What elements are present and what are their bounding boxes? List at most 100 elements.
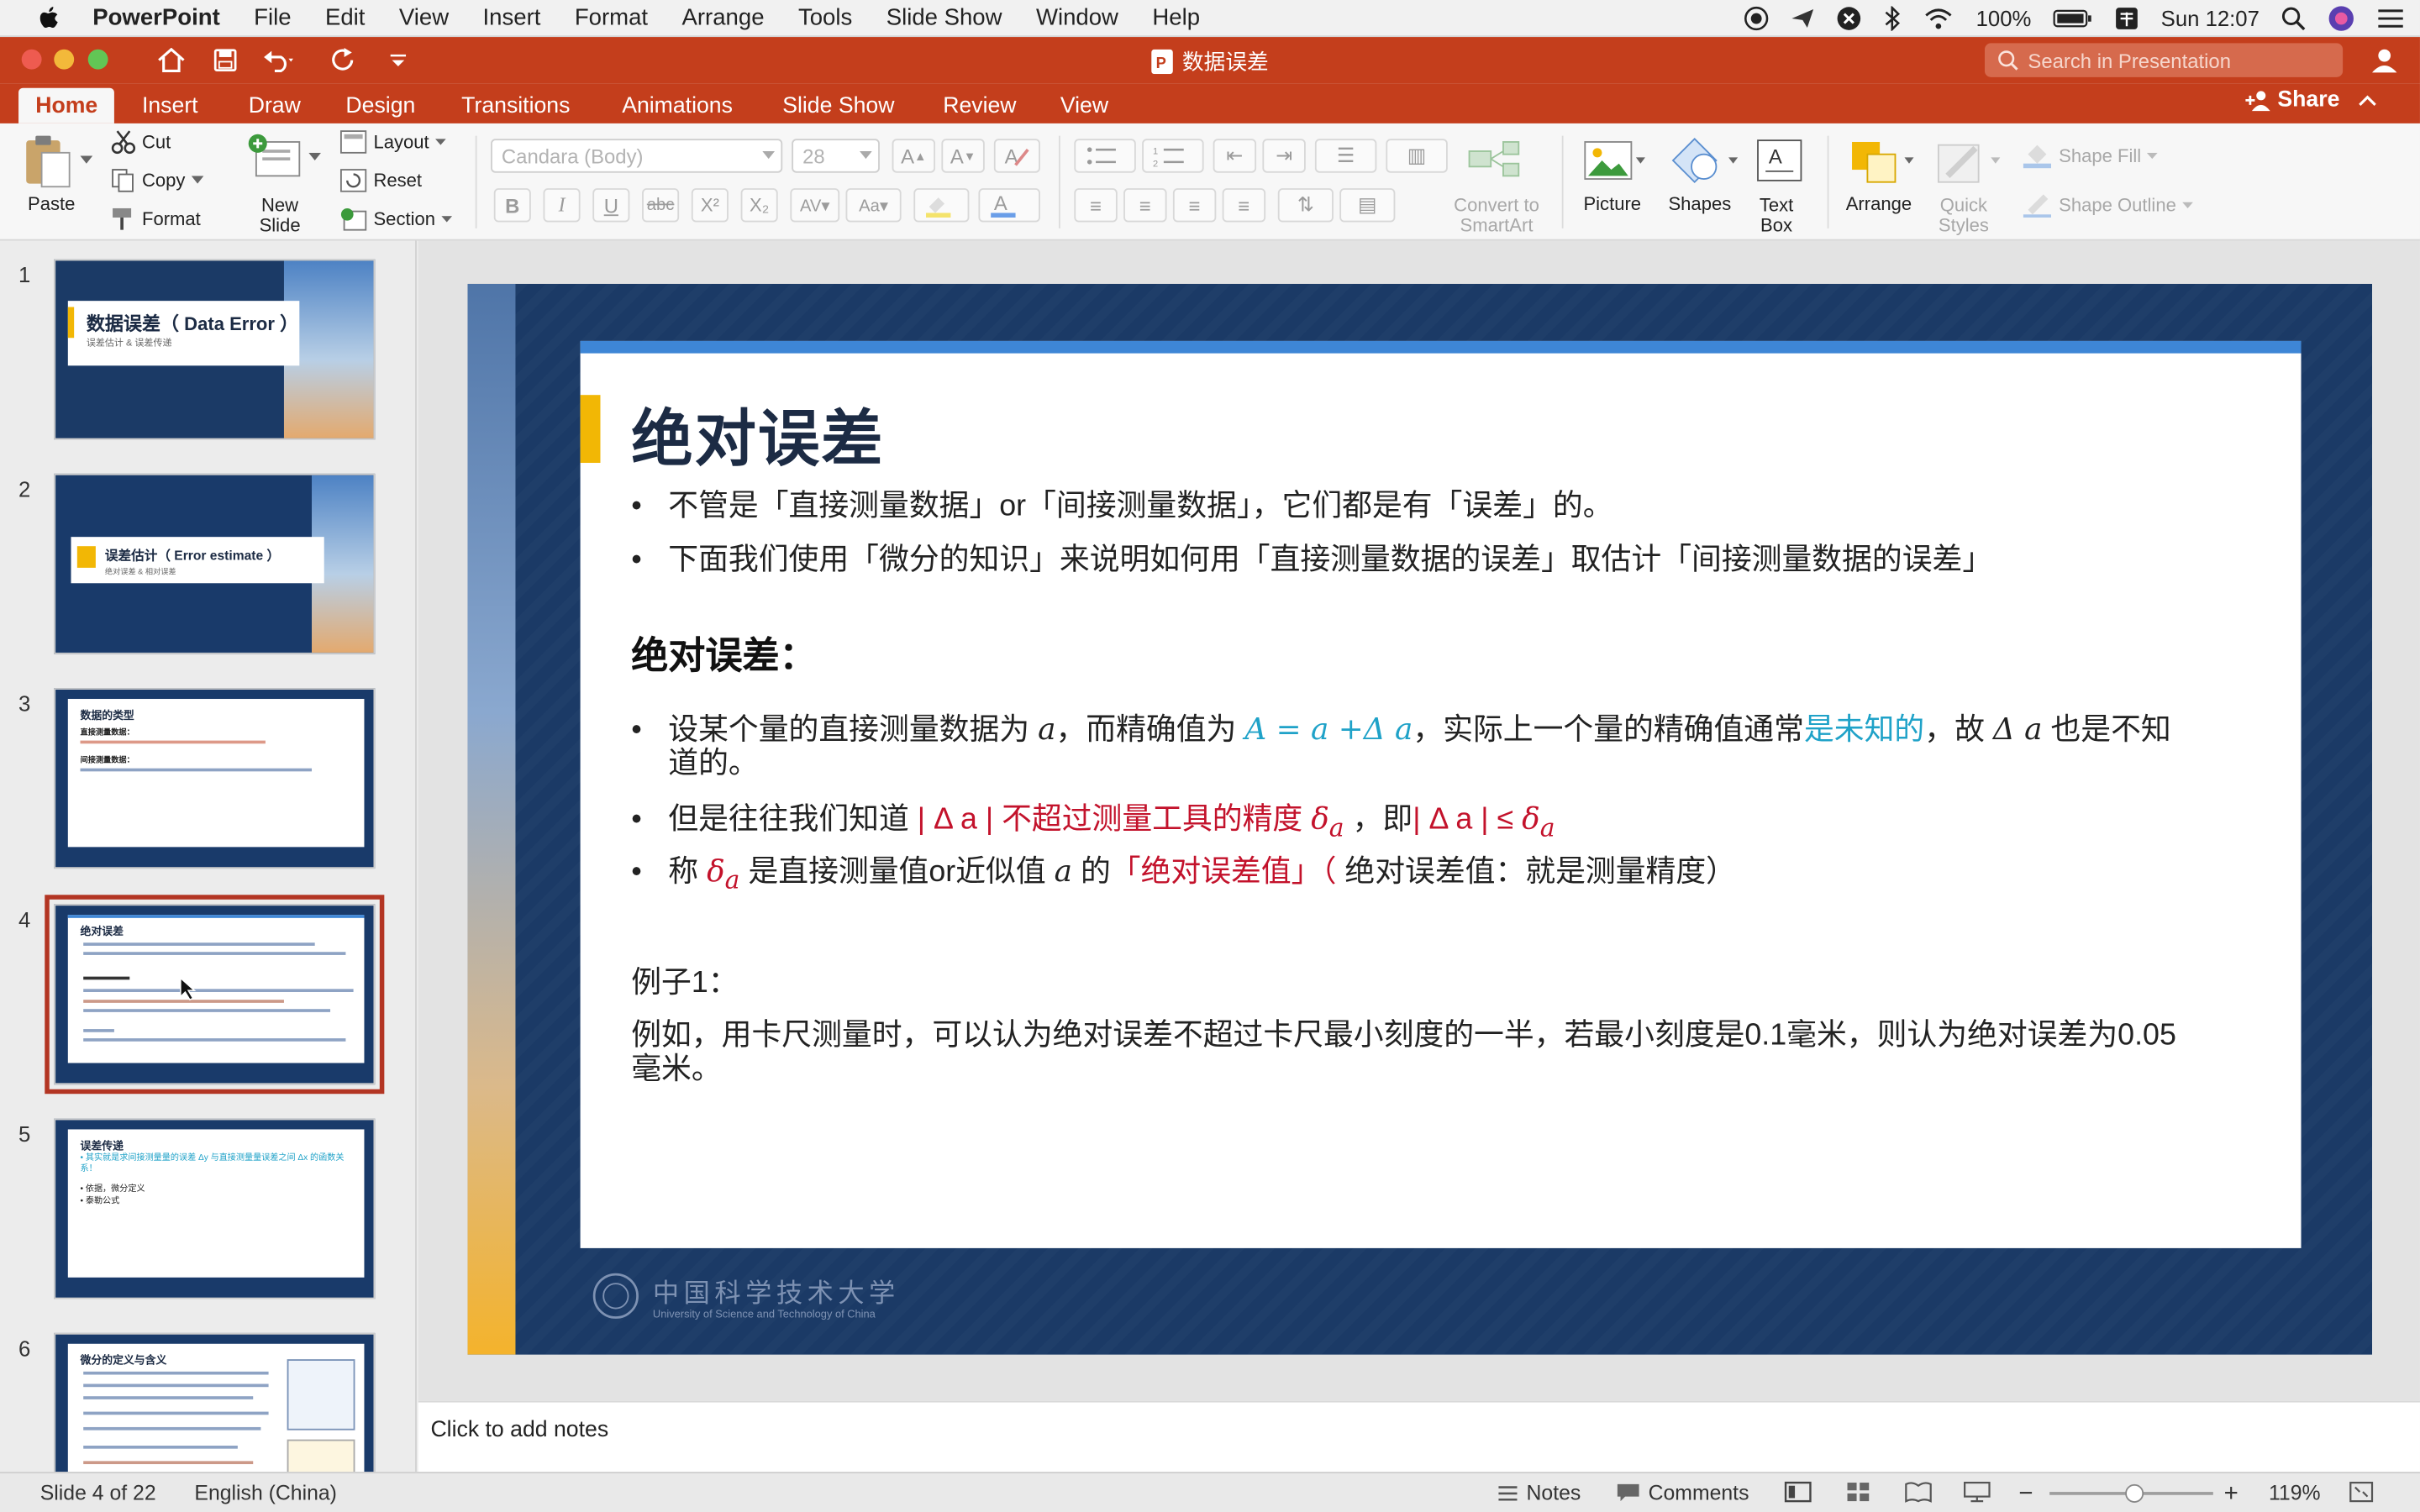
zoom-level[interactable]: 119% bbox=[2269, 1481, 2321, 1504]
shape-outline-button[interactable]: Shape Outline bbox=[2022, 192, 2194, 219]
textbox-icon[interactable]: A bbox=[1756, 136, 1802, 186]
slide-thumbnail-6[interactable]: 微分的定义与含义 bbox=[54, 1332, 376, 1473]
example-label[interactable]: 例子1： bbox=[631, 966, 738, 1000]
tab-design[interactable]: Design bbox=[329, 88, 432, 123]
numbering-icon[interactable]: 12 bbox=[1142, 139, 1204, 173]
menu-edit[interactable]: Edit bbox=[325, 5, 365, 31]
tab-draw[interactable]: Draw bbox=[232, 88, 318, 123]
reset-button[interactable]: Reset bbox=[339, 168, 422, 192]
clear-formatting-icon[interactable]: A bbox=[993, 139, 1040, 173]
slide-thumbnail-1[interactable]: 数据误差（ Data Error ） 误差估计 & 误差传递 bbox=[54, 259, 376, 440]
textbox-button[interactable]: Text Box bbox=[1760, 195, 1793, 236]
undo-icon[interactable] bbox=[262, 45, 296, 76]
picture-button[interactable]: Picture bbox=[1583, 194, 1641, 214]
copy-button[interactable]: Copy bbox=[111, 168, 204, 192]
paste-button[interactable]: Paste bbox=[28, 194, 75, 214]
line-spacing-icon[interactable]: ☰ bbox=[1314, 139, 1377, 173]
menu-file[interactable]: File bbox=[254, 5, 291, 31]
slide-thumbnail-2[interactable]: 误差估计（ Error estimate ） 绝对误差 & 相对误差 bbox=[54, 473, 376, 654]
tab-review[interactable]: Review bbox=[926, 88, 1034, 123]
redo-icon[interactable] bbox=[327, 45, 360, 76]
font-size-select[interactable]: 28 bbox=[792, 139, 880, 173]
menu-view[interactable]: View bbox=[399, 5, 449, 31]
bullets-icon[interactable] bbox=[1074, 139, 1136, 173]
change-case-icon[interactable]: Aa▾ bbox=[845, 188, 902, 223]
xmark-circle-icon[interactable] bbox=[1837, 6, 1861, 30]
bullet-3[interactable]: • 设某个量的直接测量数据为 a，而精确值为 A = a +Δ a，实际上一个量的… bbox=[631, 712, 2171, 747]
new-slide-button[interactable]: New Slide bbox=[260, 195, 301, 236]
bullet-2[interactable]: • 下面我们使用「微分的知识」来说明如何用「直接测量数据的误差」取估计「间接测量数… bbox=[631, 543, 1992, 577]
quick-styles-icon[interactable] bbox=[1933, 136, 2001, 186]
bullet-4[interactable]: • 但是往往我们知道 | Δ a | 不超过测量工具的精度 δa ，即| Δ a … bbox=[631, 801, 1555, 845]
menu-window[interactable]: Window bbox=[1036, 5, 1118, 31]
font-name-select[interactable]: Candara (Body) bbox=[491, 139, 783, 173]
language-indicator[interactable]: English (China) bbox=[194, 1481, 337, 1504]
slide-title[interactable]: 绝对误差 bbox=[631, 389, 884, 479]
tab-animations[interactable]: Animations bbox=[605, 88, 750, 123]
tab-slide-show[interactable]: Slide Show bbox=[765, 88, 912, 123]
menu-tools[interactable]: Tools bbox=[798, 5, 852, 31]
reading-view-icon[interactable] bbox=[1904, 1481, 1932, 1503]
fit-to-window-icon[interactable] bbox=[2349, 1481, 2374, 1503]
menu-format[interactable]: Format bbox=[575, 5, 648, 31]
example-line-1[interactable]: 例如，用卡尺测量时，可以认为绝对误差不超过卡尺最小刻度的一半，若最小刻度是0.1… bbox=[631, 1018, 2176, 1052]
slide-sorter-icon[interactable] bbox=[1846, 1481, 1870, 1503]
underline-icon[interactable]: U bbox=[592, 188, 630, 223]
home-icon[interactable] bbox=[155, 45, 188, 76]
notes-toggle[interactable]: Notes bbox=[1497, 1481, 1581, 1504]
wifi-icon[interactable] bbox=[1923, 6, 1954, 30]
normal-view-icon[interactable] bbox=[1784, 1481, 1812, 1503]
convert-smartart-button[interactable]: Convert to SmartArt bbox=[1454, 195, 1539, 236]
justify-icon[interactable]: ≡ bbox=[1222, 188, 1266, 223]
save-icon[interactable] bbox=[208, 45, 242, 76]
siri-icon[interactable] bbox=[2328, 5, 2355, 33]
subscript-icon[interactable]: X₂ bbox=[740, 188, 778, 223]
zoom-in-button[interactable]: + bbox=[2224, 1481, 2238, 1509]
bullet-1[interactable]: • 不管是「直接测量数据」or「间接测量数据」，它们都是有「误差」的。 bbox=[631, 489, 1612, 522]
slideshow-view-icon[interactable] bbox=[1963, 1481, 1991, 1503]
character-spacing-icon[interactable]: AV▾ bbox=[790, 188, 840, 223]
align-left-icon[interactable]: ≡ bbox=[1074, 188, 1118, 223]
format-painter-button[interactable]: Format bbox=[111, 207, 201, 231]
highlight-icon[interactable] bbox=[913, 188, 970, 223]
align-text-icon[interactable]: ▤ bbox=[1339, 188, 1396, 223]
bluetooth-icon[interactable] bbox=[1883, 6, 1902, 31]
customize-toolbar-icon[interactable] bbox=[381, 45, 415, 76]
shapes-icon[interactable] bbox=[1670, 136, 1739, 186]
menu-insert[interactable]: Insert bbox=[483, 5, 541, 31]
shape-fill-button[interactable]: Shape Fill bbox=[2022, 142, 2159, 170]
zoom-out-button[interactable]: − bbox=[2018, 1481, 2033, 1509]
apple-icon[interactable] bbox=[31, 5, 68, 29]
slide-thumbnail-5[interactable]: 误差传递 • 其实就是求间接测量量的误差 Δy 与直接测量量误差之间 Δx 的函… bbox=[54, 1118, 376, 1299]
columns-icon[interactable]: ▥ bbox=[1386, 139, 1448, 173]
account-icon[interactable] bbox=[2367, 45, 2401, 76]
menu-arrange[interactable]: Arrange bbox=[682, 5, 765, 31]
tab-insert[interactable]: Insert bbox=[125, 88, 215, 123]
decrease-font-size-icon[interactable]: A ▼ bbox=[941, 139, 985, 173]
increase-font-size-icon[interactable]: A ▲ bbox=[892, 139, 936, 173]
new-slide-icon[interactable] bbox=[247, 133, 322, 182]
control-center-icon[interactable] bbox=[2377, 8, 2405, 29]
superscript-icon[interactable]: X² bbox=[691, 188, 729, 223]
slide-thumbnail-4-selected[interactable]: 绝对误差 bbox=[45, 895, 385, 1095]
clock[interactable]: Sun 12:07 bbox=[2161, 6, 2260, 30]
slide-canvas[interactable]: 绝对误差 • 不管是「直接测量数据」or「间接测量数据」，它们都是有「误差」的。 … bbox=[467, 283, 2373, 1355]
align-right-icon[interactable]: ≡ bbox=[1172, 188, 1217, 223]
notes-pane[interactable]: Click to add notes bbox=[418, 1400, 2420, 1473]
paste-icon[interactable] bbox=[22, 133, 93, 188]
minimize-window-button[interactable] bbox=[54, 49, 75, 70]
smartart-icon[interactable] bbox=[1466, 136, 1528, 182]
zoom-window-button[interactable] bbox=[87, 49, 108, 70]
share-button[interactable]: Share bbox=[2244, 88, 2377, 113]
picture-icon[interactable] bbox=[1583, 136, 1645, 186]
bullet-5[interactable]: • 称 δa 是直接测量值or近似值 a 的「绝对误差值」（ 绝对误差值：就是测量… bbox=[631, 854, 1736, 898]
menu-help[interactable]: Help bbox=[1152, 5, 1200, 31]
zoom-slider-thumb[interactable] bbox=[2125, 1483, 2144, 1503]
send-icon[interactable] bbox=[1791, 6, 1815, 30]
arrange-button[interactable]: Arrange bbox=[1846, 194, 1912, 214]
quick-styles-button[interactable]: Quick Styles bbox=[1939, 195, 1989, 236]
subheading-absolute-error[interactable]: 绝对误差： bbox=[631, 625, 816, 679]
strikethrough-icon[interactable]: abc bbox=[642, 188, 680, 223]
cut-button[interactable]: Cut bbox=[111, 129, 171, 155]
menu-slide-show[interactable]: Slide Show bbox=[886, 5, 1002, 31]
